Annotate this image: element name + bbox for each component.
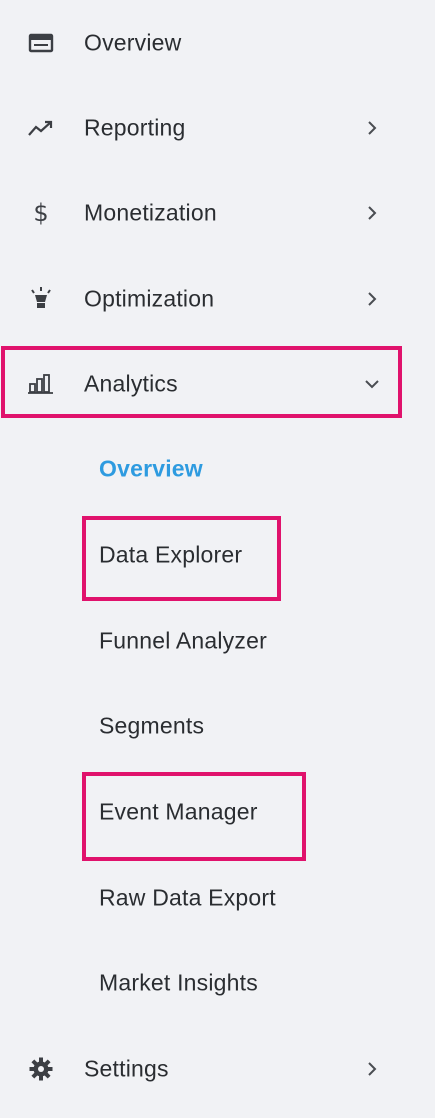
subitem-raw-data-export[interactable]: Raw Data Export [0,855,435,941]
gear-icon [27,1055,55,1083]
lightbulb-icon [27,285,55,313]
chevron-right-icon[interactable] [362,203,382,223]
bar-chart-icon [27,370,55,398]
subitem-funnel-analyzer[interactable]: Funnel Analyzer [0,598,435,684]
sidebar-item-label: Optimization [84,285,215,312]
sidebar-item-reporting[interactable]: Reporting [0,85,435,171]
subitem-label: Event Manager [99,798,258,825]
subitem-label: Overview [99,455,203,482]
sidebar-item-label: Analytics [84,370,178,397]
subitem-label: Market Insights [99,969,258,996]
sidebar-item-optimization[interactable]: Optimization [0,256,435,342]
subitem-label: Data Explorer [99,541,243,568]
sidebar-nav: Overview Reporting $ Monetization Optimi… [0,0,435,1118]
subitem-event-manager[interactable]: Event Manager [0,769,435,855]
sidebar-item-label: Monetization [84,199,217,226]
subitem-data-explorer[interactable]: Data Explorer [0,512,435,598]
chevron-down-icon[interactable] [362,374,382,394]
dollar-icon: $ [33,199,49,227]
subitem-label: Funnel Analyzer [99,627,267,654]
sidebar-item-settings[interactable]: Settings [0,1026,435,1112]
subitem-segments[interactable]: Segments [0,683,435,769]
subitem-label: Segments [99,712,205,739]
sidebar-item-label: Overview [84,29,182,56]
chevron-right-icon[interactable] [362,118,382,138]
subitem-label: Raw Data Export [99,884,276,911]
sidebar-item-monetization[interactable]: $ Monetization [0,170,435,256]
sidebar-item-analytics[interactable]: Analytics [0,341,435,427]
sidebar-item-label: Settings [84,1055,169,1082]
chevron-right-icon[interactable] [362,1059,382,1079]
sidebar-item-label: Reporting [84,114,186,141]
sidebar-item-overview[interactable]: Overview [0,0,435,86]
chevron-right-icon[interactable] [362,289,382,309]
subitem-overview[interactable]: Overview [0,426,435,512]
subitem-market-insights[interactable]: Market Insights [0,940,435,1026]
dashboard-icon [27,29,55,57]
trending-up-icon [27,114,55,142]
